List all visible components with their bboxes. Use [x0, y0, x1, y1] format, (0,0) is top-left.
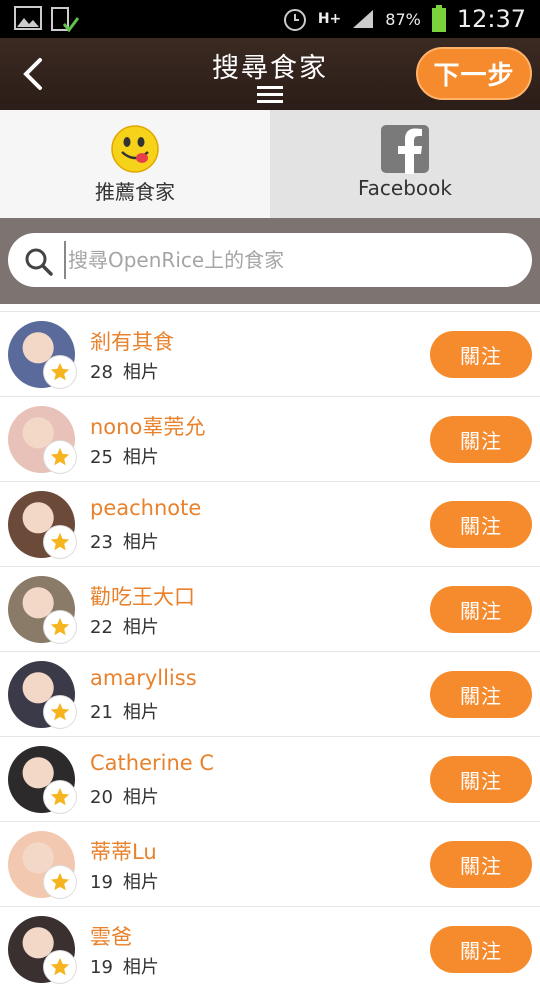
star-icon — [50, 447, 70, 466]
follow-button[interactable]: 關注 — [430, 331, 532, 378]
star-icon — [50, 702, 70, 721]
photo-count-value: 19 — [90, 872, 113, 893]
star-badge — [44, 781, 76, 813]
search-box[interactable] — [8, 233, 532, 287]
photo-unit: 相片 — [122, 872, 159, 893]
list-item[interactable]: 勸吃王大口 22 相片 關注 — [0, 566, 540, 651]
follow-button[interactable]: 關注 — [430, 501, 532, 548]
follow-button[interactable]: 關注 — [430, 671, 532, 718]
photo-count-value: 21 — [90, 702, 113, 723]
star-badge — [44, 441, 76, 473]
star-badge — [44, 526, 76, 558]
star-badge — [44, 951, 76, 983]
tab-facebook[interactable]: Facebook — [270, 110, 540, 218]
photo-unit: 相片 — [122, 447, 159, 468]
foodie-name[interactable]: 蒂蒂Lu — [90, 836, 157, 866]
alarm-icon — [283, 9, 306, 31]
star-icon — [50, 957, 70, 976]
star-icon — [50, 532, 70, 551]
star-badge — [44, 866, 76, 898]
photo-count-value: 25 — [90, 447, 113, 468]
photo-count: 25 相片 — [90, 443, 159, 469]
foodie-name[interactable]: amarylliss — [90, 666, 197, 690]
foodie-name[interactable]: Catherine C — [90, 751, 214, 775]
star-icon — [50, 362, 70, 381]
network-type: H+ — [317, 11, 342, 27]
photo-count-value: 28 — [90, 362, 113, 383]
photo-count-value: 20 — [90, 787, 113, 808]
search-input[interactable] — [64, 241, 514, 279]
foodie-name[interactable]: peachnote — [90, 496, 201, 520]
tab-label: 推薦食家 — [95, 180, 175, 204]
list-item[interactable]: amarylliss 21 相片 關注 — [0, 651, 540, 736]
star-icon — [50, 787, 70, 806]
battery-icon — [431, 5, 446, 32]
signal-icon — [353, 10, 374, 28]
photo-unit: 相片 — [122, 787, 159, 808]
follow-button[interactable]: 關注 — [430, 841, 532, 888]
follow-button[interactable]: 關注 — [430, 586, 532, 633]
list-item[interactable]: peachnote 23 相片 關注 — [0, 481, 540, 566]
foodie-list: 剎有其食 28 相片 關注 nono辜莞允 25 相片 關注 peachnote 2… — [0, 311, 540, 991]
photo-count: 22 相片 — [90, 613, 159, 639]
photo-count-value: 22 — [90, 617, 113, 638]
list-item[interactable]: 雲爸 19 相片 關注 — [0, 906, 540, 991]
clock: 12:37 — [456, 5, 526, 33]
foodie-name[interactable]: 雲爸 — [90, 921, 132, 951]
photo-unit: 相片 — [122, 702, 159, 723]
tab-label: Facebook — [358, 176, 452, 200]
menu-icon[interactable] — [257, 84, 283, 104]
foodie-name[interactable]: 勸吃王大口 — [90, 581, 195, 611]
list-item[interactable]: 剎有其食 28 相片 關注 — [0, 311, 540, 396]
star-icon — [50, 617, 70, 636]
smiley-icon — [111, 125, 159, 173]
tab-recommended[interactable]: 推薦食家 — [0, 110, 270, 218]
photo-count: 23 相片 — [90, 528, 159, 554]
status-bar: H+ 87% 12:37 — [0, 0, 540, 38]
photo-count: 20 相片 — [90, 783, 159, 809]
list-item[interactable]: 蒂蒂Lu 19 相片 關注 — [0, 821, 540, 906]
source-tabs: 推薦食家 Facebook — [0, 110, 540, 218]
photo-unit: 相片 — [122, 617, 159, 638]
download-complete-icon — [51, 7, 80, 33]
follow-button[interactable]: 關注 — [430, 926, 532, 973]
photo-count: 19 相片 — [90, 953, 159, 979]
battery-percent: 87% — [385, 9, 421, 29]
photo-count-value: 23 — [90, 532, 113, 553]
follow-button[interactable]: 關注 — [430, 416, 532, 463]
star-badge — [44, 611, 76, 643]
photo-count-value: 19 — [90, 957, 113, 978]
foodie-name[interactable]: nono辜莞允 — [90, 411, 205, 441]
next-step-button[interactable]: 下一步 — [416, 47, 532, 100]
search-bar — [0, 218, 540, 304]
foodie-name[interactable]: 剎有其食 — [90, 326, 174, 356]
follow-button[interactable]: 關注 — [430, 756, 532, 803]
star-badge — [44, 356, 76, 388]
photo-unit: 相片 — [122, 532, 159, 553]
gallery-icon — [14, 6, 42, 30]
list-item[interactable]: Catherine C 20 相片 關注 — [0, 736, 540, 821]
photo-unit: 相片 — [122, 957, 159, 978]
photo-count: 19 相片 — [90, 868, 159, 894]
star-icon — [50, 872, 70, 891]
search-icon — [25, 248, 53, 276]
photo-count: 21 相片 — [90, 698, 159, 724]
star-badge — [44, 696, 76, 728]
photo-unit: 相片 — [122, 362, 159, 383]
app-header: 搜尋食家 下一步 — [0, 38, 540, 110]
facebook-icon — [381, 125, 429, 174]
list-item[interactable]: nono辜莞允 25 相片 關注 — [0, 396, 540, 481]
photo-count: 28 相片 — [90, 358, 159, 384]
